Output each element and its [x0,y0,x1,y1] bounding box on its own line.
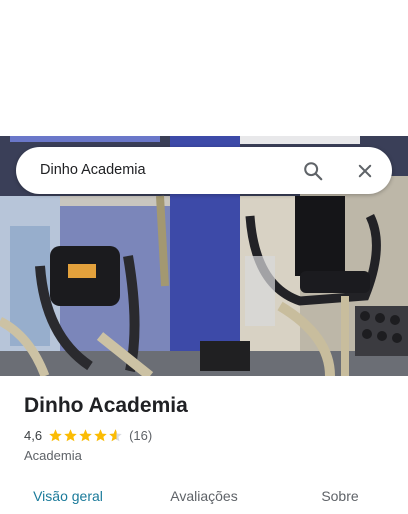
place-title: Dinho Academia [24,394,188,417]
star-icon [94,428,107,441]
rating-stars [48,428,123,443]
search-button[interactable] [290,147,336,194]
search-input[interactable]: Dinho Academia [40,147,146,194]
clear-search-button[interactable] [342,147,388,194]
rating-value: 4,6 [24,427,43,443]
close-icon [358,164,372,177]
tab-overview[interactable]: Visão geral [0,478,136,510]
place-category: Academia [24,448,82,463]
star-icon [64,428,77,441]
review-count[interactable]: (16) [129,428,152,443]
star-icon [49,428,62,441]
tab-about[interactable]: Sobre [272,478,408,510]
tab-reviews[interactable]: Avaliações [136,478,272,510]
star-half-icon [109,428,122,441]
place-info: Dinho Academia 4,6 (16) Academia [24,392,394,463]
place-tabs: Visão geral Avaliações Sobre [0,478,408,510]
search-bar[interactable]: Dinho Academia [16,147,392,194]
search-icon [304,161,323,180]
star-icon [79,428,92,441]
rating-row[interactable]: 4,6 (16) [24,426,394,444]
